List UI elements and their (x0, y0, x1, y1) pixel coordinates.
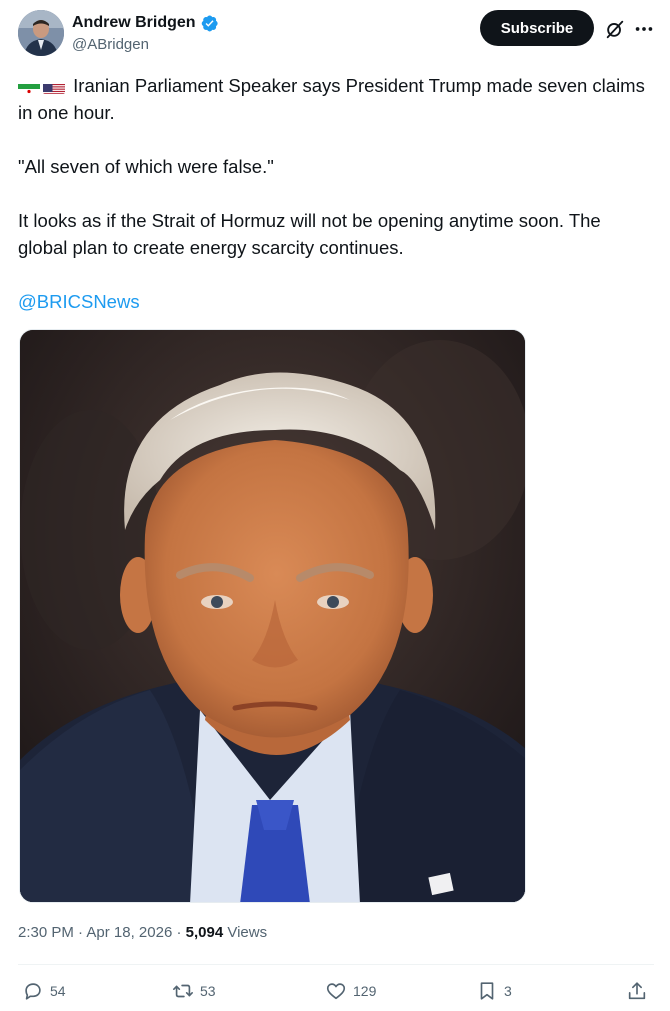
grok-icon[interactable] (604, 18, 626, 40)
reply-icon (25, 983, 41, 1000)
views-label: Views (227, 924, 268, 941)
author-display-name[interactable]: Andrew Bridgen (72, 14, 196, 32)
like-count: 129 (353, 983, 377, 999)
action-bar: 54 53 129 3 (22, 980, 654, 1006)
verified-badge-icon (201, 15, 218, 31)
share-icon (628, 982, 646, 1000)
repost-button[interactable]: 53 (172, 980, 216, 1002)
post-paragraph-3: It looks as if the Strait of Hormuz will… (18, 210, 601, 258)
mention-link[interactable]: @BRICSNews (18, 291, 140, 312)
bookmark-button[interactable]: 3 (476, 980, 512, 1002)
post-time[interactable]: 2:30 PM (18, 924, 74, 941)
post-date[interactable]: Apr 18, 2026 (86, 924, 172, 941)
heart-icon (326, 983, 346, 1000)
repost-count: 53 (200, 983, 216, 999)
iran-flag-icon (18, 79, 40, 94)
post-text: Iranian Parliament Speaker says Presiden… (18, 72, 648, 315)
like-button[interactable]: 129 (325, 980, 376, 1002)
bookmark-count: 3 (504, 983, 512, 999)
more-icon[interactable] (632, 18, 656, 40)
post-paragraph-1: Iranian Parliament Speaker says Presiden… (18, 72, 648, 126)
bookmark-icon (480, 982, 494, 1000)
views-count: 5,094 (185, 924, 224, 941)
share-button[interactable] (626, 980, 648, 1002)
us-flag-icon (43, 79, 65, 94)
divider (18, 964, 654, 965)
avatar[interactable] (18, 10, 64, 56)
author-handle[interactable]: @ABridgen (72, 36, 219, 53)
post-paragraph-2: "All seven of which were false." (18, 156, 274, 177)
reply-button[interactable]: 54 (22, 980, 66, 1002)
post-header: Andrew Bridgen @ABridgen Subscribe (18, 10, 658, 60)
repost-icon (173, 984, 193, 998)
meta-separator: · (73, 924, 87, 941)
paragraph-1-text: Iranian Parliament Speaker says Presiden… (18, 75, 645, 123)
reply-count: 54 (50, 983, 66, 999)
meta-separator-2: · (172, 924, 186, 941)
photo-portrait[interactable] (19, 329, 526, 903)
post-meta: 2:30 PM · Apr 18, 2026 · 5,094 Views (18, 924, 267, 941)
subscribe-button[interactable]: Subscribe (480, 10, 594, 46)
author-names: Andrew Bridgen @ABridgen (72, 12, 219, 53)
